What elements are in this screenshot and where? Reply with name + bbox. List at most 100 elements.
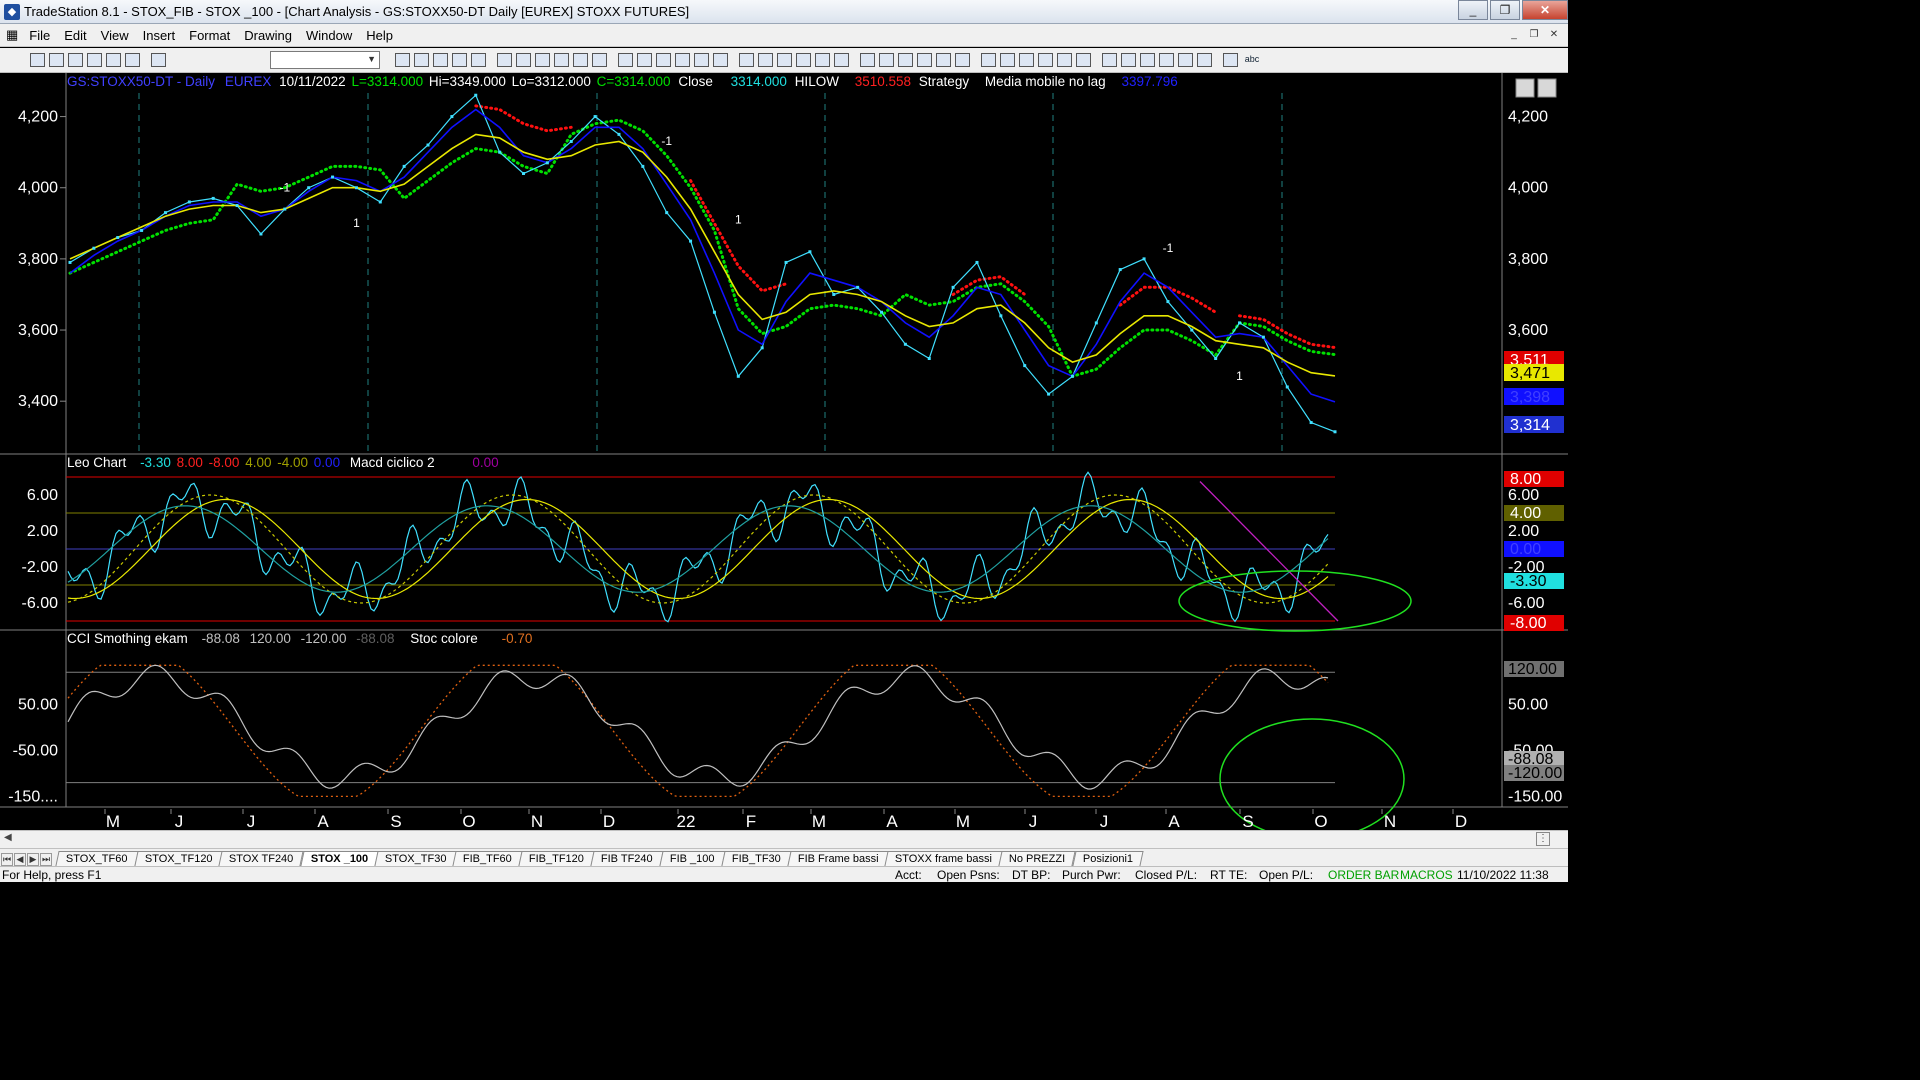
news-icon[interactable] [656, 53, 671, 67]
menu-format[interactable]: Format [182, 28, 237, 43]
tab-stox-tf30[interactable]: STOX_TF30 [374, 851, 458, 866]
new-icon[interactable] [30, 53, 45, 67]
tab-stox-100[interactable]: STOX _100 [300, 851, 379, 866]
vline-icon[interactable] [1057, 53, 1072, 67]
horizontal-scrollbar[interactable]: ◀ ⋮ [0, 830, 1568, 848]
radar-icon[interactable] [675, 53, 690, 67]
chart-icon[interactable] [106, 53, 121, 67]
crosshair-icon[interactable] [834, 53, 849, 67]
settings-icon[interactable] [433, 53, 448, 67]
osc-tick-label: -2.00 [22, 559, 59, 576]
menu-file[interactable]: File [22, 28, 57, 43]
tab-fib-tf240[interactable]: FIB TF240 [590, 851, 664, 866]
line-draw-icon[interactable] [1140, 53, 1155, 67]
arrow-icon[interactable] [1076, 53, 1091, 67]
tab-stox-tf60[interactable]: STOX_TF60 [55, 851, 139, 866]
tab-label: STOX_TF30 [384, 853, 447, 865]
pen-icon[interactable] [1121, 53, 1136, 67]
trend-icon[interactable] [1000, 53, 1015, 67]
menu-help[interactable]: Help [359, 28, 400, 43]
list-icon[interactable] [516, 53, 531, 67]
minimize-button[interactable]: _ [1458, 0, 1488, 20]
tab-fib-tf30[interactable]: FIB_TF30 [721, 851, 792, 866]
text-icon[interactable]: abc [1242, 53, 1262, 67]
ellipse-icon[interactable] [1197, 53, 1212, 67]
doc-close-button[interactable]: ✕ [1546, 27, 1562, 42]
tab-last-icon[interactable]: ⏭ [40, 853, 52, 866]
tab-next-icon[interactable]: ▶ [27, 853, 39, 866]
order-icon[interactable] [592, 53, 607, 67]
window-icon[interactable] [637, 53, 652, 67]
doc-minimize-button[interactable]: _ [1506, 27, 1522, 42]
print-icon[interactable] [87, 53, 102, 67]
close-button[interactable]: ✕ [1522, 0, 1568, 20]
symbol-select[interactable] [270, 51, 380, 69]
tab-stox-tf240[interactable]: STOX TF240 [218, 851, 305, 866]
point-icon[interactable] [758, 53, 773, 67]
arrow-down-icon[interactable] [1159, 53, 1174, 67]
tab-no-prezzi[interactable]: No PREZZI [998, 851, 1077, 866]
globe-icon[interactable] [452, 53, 467, 67]
menu-window[interactable]: Window [299, 28, 359, 43]
matrix-icon[interactable] [535, 53, 550, 67]
fib-icon[interactable] [955, 53, 970, 67]
scroll-handle-icon[interactable]: ⋮ [1536, 832, 1550, 846]
bars-icon[interactable] [573, 53, 588, 67]
lock-icon[interactable] [395, 53, 410, 67]
status-order-bar[interactable]: ORDER BAR [1328, 868, 1399, 882]
price-point [1261, 335, 1265, 339]
pencil-icon[interactable] [917, 53, 932, 67]
maximize-button[interactable]: ❐ [1490, 0, 1520, 20]
save-icon[interactable] [68, 53, 83, 67]
tab-prev-icon[interactable]: ◀ [14, 853, 26, 866]
menu-edit[interactable]: Edit [57, 28, 93, 43]
signal-marker: 1 [1236, 369, 1243, 383]
arc-icon[interactable] [1102, 53, 1117, 67]
zoom-out-icon[interactable] [796, 53, 811, 67]
layout-icon[interactable] [125, 53, 140, 67]
tab-first-icon[interactable]: ⏮ [1, 853, 13, 866]
help-icon[interactable] [898, 53, 913, 67]
find-icon[interactable] [471, 53, 486, 67]
folder-icon[interactable] [414, 53, 429, 67]
menu-view[interactable]: View [94, 28, 136, 43]
chart-canvas[interactable]: 4,200 4,000 3,800 3,600 3,400 4,200 4,000 3,800… [0, 73, 1568, 830]
tools-icon[interactable] [860, 53, 875, 67]
bar-icon[interactable] [713, 53, 728, 67]
scanner-icon[interactable] [554, 53, 569, 67]
price-tick-label: 3,400 [18, 393, 58, 410]
grid-icon[interactable] [151, 53, 166, 67]
angle-icon[interactable] [1019, 53, 1034, 67]
menu-insert[interactable]: Insert [136, 28, 183, 43]
hotlist-icon[interactable] [618, 53, 633, 67]
price-point [712, 310, 716, 314]
export-icon[interactable] [879, 53, 894, 67]
cursor-icon[interactable] [815, 53, 830, 67]
tab-fib-tf120[interactable]: FIB_TF120 [518, 851, 595, 866]
arrow-up-icon[interactable] [1178, 53, 1193, 67]
channel-icon[interactable] [981, 53, 996, 67]
line-icon[interactable] [739, 53, 754, 67]
hline-icon[interactable] [1038, 53, 1053, 67]
zoom-in-icon[interactable] [777, 53, 792, 67]
rectangle-icon[interactable] [1223, 53, 1238, 67]
menu-drawing[interactable]: Drawing [237, 28, 299, 43]
lines-icon[interactable] [936, 53, 951, 67]
price-point [1142, 257, 1146, 261]
tab-stox-tf120[interactable]: STOX_TF120 [133, 851, 223, 866]
stoc-value: -0.70 [501, 631, 533, 646]
tab-stoxx-frame-bassi[interactable]: STOXX frame bassi [884, 851, 1003, 866]
tab-fib-100[interactable]: FIB _100 [659, 851, 726, 866]
status-macros[interactable]: MACROS [1400, 868, 1453, 882]
tab-posizioni1[interactable]: Posizioni1 [1072, 851, 1144, 866]
cci-v3: -120.00 [300, 631, 347, 646]
open-icon[interactable] [49, 53, 64, 67]
scroll-left-icon[interactable]: ◀ [4, 832, 12, 843]
table-icon[interactable] [497, 53, 512, 67]
tab-fib-tf60[interactable]: FIB_TF60 [452, 851, 523, 866]
tab-fib-frame-bassi[interactable]: FIB Frame bassi [787, 851, 889, 866]
candle-icon[interactable] [694, 53, 709, 67]
doc-restore-button[interactable]: ❐ [1526, 27, 1542, 42]
document-icon[interactable]: ▦ [0, 27, 22, 43]
chart-window[interactable]: 4,200 4,000 3,800 3,600 3,400 4,200 4,000 3,800… [0, 73, 1568, 830]
